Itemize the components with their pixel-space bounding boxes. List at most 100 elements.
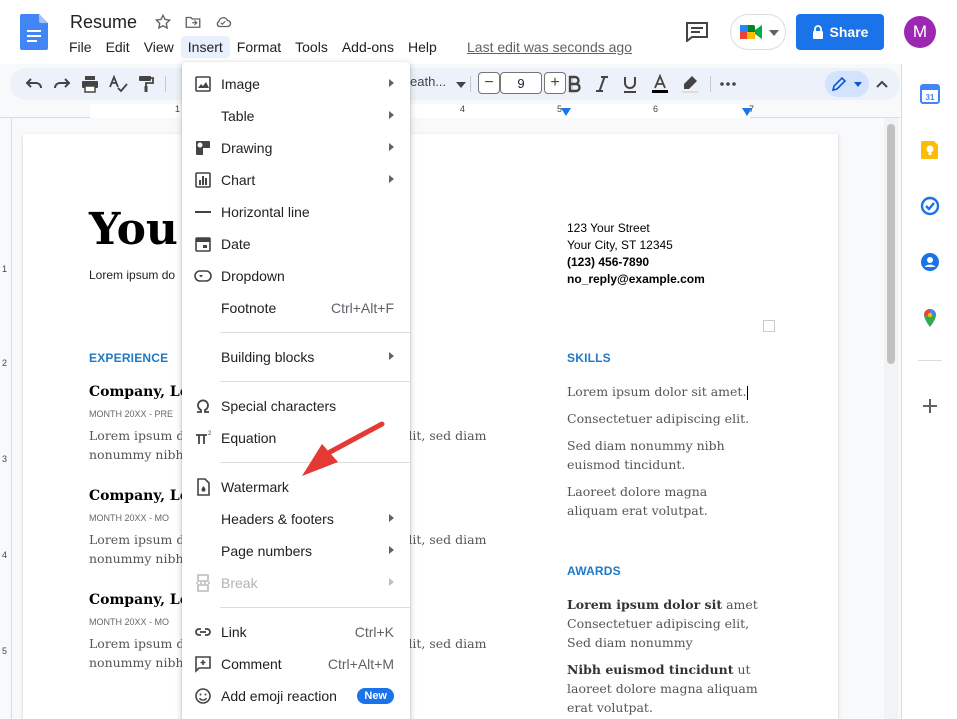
add-comment-icon xyxy=(195,656,211,673)
menu-format[interactable]: Format xyxy=(230,36,288,58)
section-dropdown-handle[interactable] xyxy=(763,320,775,332)
contacts-icon[interactable] xyxy=(920,252,940,272)
comment-history-icon[interactable] xyxy=(686,22,708,42)
award-line: Consectetuer adipiscing elit, xyxy=(567,616,750,631)
horizontal-line-icon xyxy=(195,211,211,213)
pencil-icon xyxy=(831,76,847,92)
vertical-ruler[interactable]: 1 2 3 4 5 xyxy=(0,118,12,719)
keep-icon[interactable] xyxy=(920,140,940,160)
menu-item-table[interactable]: Table xyxy=(182,100,410,132)
undo-icon[interactable] xyxy=(24,74,44,94)
scrollbar-thumb[interactable] xyxy=(887,124,895,364)
submenu-arrow-icon xyxy=(389,143,394,151)
menu-item-footnote[interactable]: Footnote Ctrl+Alt+F xyxy=(182,292,410,324)
award-title: Lorem ipsum dolor sit xyxy=(567,597,723,612)
menu-item-special-characters[interactable]: Special characters xyxy=(182,390,410,422)
menu-item-link[interactable]: Link Ctrl+K xyxy=(182,616,410,648)
account-avatar[interactable]: M xyxy=(904,16,936,48)
bold-icon[interactable] xyxy=(564,74,584,94)
menu-insert[interactable]: Insert xyxy=(180,36,230,58)
vertical-scrollbar[interactable] xyxy=(884,118,898,719)
font-size-input[interactable]: 9 xyxy=(500,72,542,94)
menu-item-image[interactable]: Image xyxy=(182,68,410,100)
ruler-number: 1 xyxy=(175,104,181,114)
menu-item-dropdown[interactable]: Dropdown xyxy=(182,260,410,292)
meet-button[interactable] xyxy=(730,14,786,50)
chevron-down-icon xyxy=(854,82,862,87)
document-title[interactable]: Resume xyxy=(70,12,137,33)
move-folder-icon[interactable] xyxy=(184,13,202,31)
share-button[interactable]: Share xyxy=(796,14,884,50)
job-description-line2: nonummy nibh xyxy=(89,551,184,566)
menu-item-equation[interactable]: 2 Equation xyxy=(182,422,410,454)
contact-block: 123 Your Street Your City, ST 12345 (123… xyxy=(567,220,705,288)
menu-help[interactable]: Help xyxy=(401,36,444,58)
menu-item-emoji-reaction[interactable]: Add emoji reaction New xyxy=(182,680,410,712)
editing-mode-button[interactable] xyxy=(825,71,869,97)
menu-view[interactable]: View xyxy=(137,36,181,58)
link-icon xyxy=(195,628,211,636)
menu-item-label: Image xyxy=(221,76,260,92)
italic-icon[interactable] xyxy=(592,74,612,94)
paint-format-icon[interactable] xyxy=(136,74,156,94)
menu-file[interactable]: File xyxy=(62,36,99,58)
increase-font-size-button[interactable]: + xyxy=(544,72,566,94)
award-line: erat volutpat. xyxy=(567,700,653,715)
menu-item-building-blocks[interactable]: Building blocks xyxy=(182,341,410,373)
menu-item-label: Add emoji reaction xyxy=(221,688,337,704)
menu-item-date[interactable]: Date xyxy=(182,228,410,260)
menu-item-headers-footers[interactable]: Headers & footers xyxy=(182,503,410,535)
menu-item-horizontal-line[interactable]: Horizontal line xyxy=(182,196,410,228)
horizontal-ruler[interactable]: 1 2 3 4 5 6 7 xyxy=(0,104,900,118)
menu-item-watermark[interactable]: Watermark xyxy=(182,471,410,503)
menu-item-label: Special characters xyxy=(221,398,337,414)
highlight-color-icon[interactable] xyxy=(680,74,700,94)
more-options-icon[interactable] xyxy=(718,74,738,94)
maps-icon[interactable] xyxy=(920,308,940,328)
ruler-number: 4 xyxy=(2,550,8,560)
chevron-up-icon[interactable] xyxy=(872,74,892,94)
menu-edit[interactable]: Edit xyxy=(99,36,137,58)
left-indent-marker-icon[interactable] xyxy=(561,108,571,116)
underline-icon[interactable] xyxy=(620,74,640,94)
menu-item-comment[interactable]: Comment Ctrl+Alt+M xyxy=(182,648,410,680)
tasks-icon[interactable] xyxy=(920,196,940,216)
last-edit-link[interactable]: Last edit was seconds ago xyxy=(467,39,632,55)
menu-tools[interactable]: Tools xyxy=(288,36,335,58)
right-indent-marker-icon[interactable] xyxy=(742,108,752,116)
docs-window: Resume File Edit View Insert Format Tool… xyxy=(0,0,957,719)
document-page[interactable]: You Lorem ipsum do 123 Your Street Your … xyxy=(23,134,838,719)
job-description-tail: elit, sed diam xyxy=(401,428,487,443)
emoji-icon xyxy=(195,688,211,704)
print-icon[interactable] xyxy=(80,74,100,94)
calendar-icon[interactable]: 31 xyxy=(920,84,940,104)
award-title-rest: ut xyxy=(733,662,751,677)
menu-divider xyxy=(220,607,410,608)
font-family-select[interactable]: eath... xyxy=(410,74,446,89)
dropdown-chip-icon xyxy=(194,270,212,282)
decrease-font-size-button[interactable]: − xyxy=(478,72,500,94)
plus-icon[interactable] xyxy=(920,396,940,416)
star-icon[interactable] xyxy=(154,13,172,31)
menu-item-page-numbers[interactable]: Page numbers xyxy=(182,535,410,567)
menu-item-drawing[interactable]: Drawing xyxy=(182,132,410,164)
chevron-down-icon[interactable] xyxy=(456,82,466,88)
menu-item-shortcut: Ctrl+Alt+F xyxy=(330,300,394,316)
cloud-saved-icon[interactable] xyxy=(214,13,232,31)
redo-icon[interactable] xyxy=(52,74,72,94)
menu-addons[interactable]: Add-ons xyxy=(335,36,401,58)
menu-item-label: Horizontal line xyxy=(221,204,310,220)
submenu-arrow-icon xyxy=(389,578,394,586)
spellcheck-icon[interactable] xyxy=(108,74,128,94)
submenu-arrow-icon xyxy=(389,111,394,119)
side-panel: 31 xyxy=(901,64,957,719)
lock-icon xyxy=(812,25,823,39)
job-dates: MONTH 20XX - MO xyxy=(89,617,170,627)
omega-icon xyxy=(197,399,209,413)
menu-item-label: Date xyxy=(221,236,251,252)
docs-logo-icon[interactable] xyxy=(20,14,48,50)
text-color-icon[interactable] xyxy=(650,74,670,94)
menu-item-chart[interactable]: Chart xyxy=(182,164,410,196)
submenu-arrow-icon xyxy=(389,79,394,87)
ruler-number: 4 xyxy=(460,104,466,114)
